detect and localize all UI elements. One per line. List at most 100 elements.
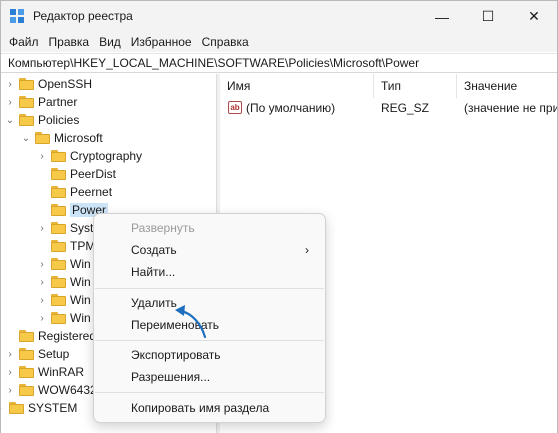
folder-icon	[19, 348, 34, 360]
folder-icon	[51, 258, 66, 270]
tree-item-label: TPM	[70, 239, 96, 253]
tree-item-label: Cryptography	[70, 149, 143, 163]
column-header-value[interactable]: Значение	[457, 74, 557, 98]
string-value-icon: ab	[228, 101, 242, 114]
chevron-right-icon[interactable]: ›	[1, 399, 5, 417]
menu-bar: Файл Правка Вид Избранное Справка	[1, 32, 557, 52]
menu-item-copy-key-name[interactable]: Копировать имя раздела	[94, 397, 325, 419]
folder-icon	[19, 384, 34, 396]
tree-item-label: Win	[70, 275, 91, 289]
tree-item-label: Win	[70, 257, 91, 271]
tree-item[interactable]: Peernet	[37, 183, 112, 201]
close-button[interactable]: ✕	[511, 1, 557, 32]
tree-item[interactable]: › Cryptography	[37, 147, 142, 165]
chevron-right-icon[interactable]: ›	[37, 147, 47, 165]
tree-item[interactable]: › SYSTEM	[1, 399, 77, 417]
address-bar[interactable]: Компьютер\HKEY_LOCAL_MACHINE\SOFTWARE\Po…	[1, 53, 557, 73]
tree-item-label: Policies	[38, 113, 80, 127]
window-title: Редактор реестра	[33, 9, 133, 23]
chevron-right-icon[interactable]: ›	[37, 273, 47, 291]
tree-item-label: Registered	[38, 329, 97, 343]
tree-item[interactable]: › Win	[37, 309, 91, 327]
chevron-right-icon[interactable]: ›	[37, 255, 47, 273]
menu-item-permissions[interactable]: Разрешения...	[94, 366, 325, 388]
tree-item-label: Setup	[38, 347, 70, 361]
folder-icon	[51, 240, 66, 252]
tree-item[interactable]: › Win	[37, 255, 91, 273]
tree-item[interactable]: ⌄ Microsoft	[21, 129, 103, 147]
menu-edit[interactable]: Правка	[44, 32, 95, 52]
chevron-right-icon[interactable]: ›	[37, 219, 47, 237]
folder-icon	[19, 366, 34, 378]
tree-item[interactable]: PeerDist	[37, 165, 116, 183]
tree-item-label: SYSTEM	[28, 401, 78, 415]
chevron-right-icon[interactable]: ›	[37, 309, 47, 327]
menu-favorites[interactable]: Избранное	[126, 32, 197, 52]
folder-icon	[51, 186, 66, 198]
tree-item[interactable]: › Syst	[37, 219, 93, 237]
chevron-right-icon[interactable]: ›	[5, 381, 15, 399]
value-name-cell: (По умолчанию)	[246, 101, 336, 115]
menu-item-new-label: Создать	[131, 243, 177, 257]
value-data-cell: (значение не присвоено)	[464, 101, 557, 115]
tree-item[interactable]: › Setup	[5, 345, 69, 363]
tree-item-label: WinRAR	[38, 365, 85, 379]
chevron-right-icon[interactable]: ›	[5, 345, 15, 363]
menu-item-export[interactable]: Экспортировать	[94, 344, 325, 366]
folder-icon	[19, 330, 34, 342]
title-bar: Редактор реестра — ☐ ✕	[1, 1, 557, 32]
tree-item-label: OpenSSH	[38, 77, 93, 91]
folder-icon	[51, 168, 66, 180]
tree-item-label: Peernet	[70, 185, 113, 199]
minimize-button[interactable]: —	[419, 1, 465, 32]
folder-icon	[51, 276, 66, 288]
folder-icon	[19, 96, 34, 108]
maximize-button[interactable]: ☐	[465, 1, 511, 32]
tree-item[interactable]: › WOW6432	[5, 381, 97, 399]
folder-icon	[51, 222, 66, 234]
menu-separator	[95, 392, 324, 393]
registry-editor-app-icon	[10, 9, 26, 25]
tree-item[interactable]: Registered	[5, 327, 96, 345]
menu-separator	[95, 288, 324, 289]
chevron-down-icon[interactable]: ⌄	[21, 129, 31, 147]
tree-item-label: Syst	[70, 221, 94, 235]
column-header-type[interactable]: Тип	[374, 74, 457, 98]
annotation-arrow-icon	[175, 305, 207, 339]
menu-item-new[interactable]: Создать ›	[94, 239, 325, 261]
menu-view[interactable]: Вид	[94, 32, 126, 52]
menu-item-find[interactable]: Найти...	[94, 261, 325, 283]
folder-icon	[51, 312, 66, 324]
folder-icon	[19, 114, 34, 126]
folder-icon	[51, 150, 66, 162]
chevron-right-icon[interactable]: ›	[37, 291, 47, 309]
folder-icon	[35, 132, 50, 144]
tree-item[interactable]: › Win	[37, 273, 91, 291]
column-header-name[interactable]: Имя	[220, 74, 374, 98]
folder-icon	[9, 402, 24, 414]
menu-file[interactable]: Файл	[4, 32, 44, 52]
tree-item[interactable]: › Partner	[5, 93, 77, 111]
folder-icon	[19, 78, 34, 90]
chevron-down-icon[interactable]: ⌄	[5, 111, 15, 129]
tree-item-label: WOW6432	[38, 383, 97, 397]
chevron-right-icon[interactable]: ›	[5, 363, 15, 381]
chevron-right-icon[interactable]: ›	[5, 75, 15, 93]
tree-item[interactable]: › Win	[37, 291, 91, 309]
menu-help[interactable]: Справка	[197, 32, 254, 52]
tree-item[interactable]: ⌄ Policies	[5, 111, 80, 129]
tree-item[interactable]: › OpenSSH	[5, 75, 92, 93]
chevron-right-icon: ›	[305, 243, 309, 257]
table-row[interactable]: ab (По умолчанию) REG_SZ (значение не пр…	[220, 98, 557, 118]
value-type-cell: REG_SZ	[381, 101, 430, 115]
folder-icon	[51, 294, 66, 306]
tree-item-label: Win	[70, 293, 91, 307]
menu-item-expand: Развернуть	[131, 221, 195, 235]
tree-item-label: Partner	[38, 95, 78, 109]
tree-item-label: PeerDist	[70, 167, 117, 181]
tree-item-label: Win	[70, 311, 91, 325]
folder-icon	[51, 204, 66, 216]
tree-item[interactable]: › WinRAR	[5, 363, 84, 381]
tree-item[interactable]: TPM	[37, 237, 95, 255]
chevron-right-icon[interactable]: ›	[5, 93, 15, 111]
